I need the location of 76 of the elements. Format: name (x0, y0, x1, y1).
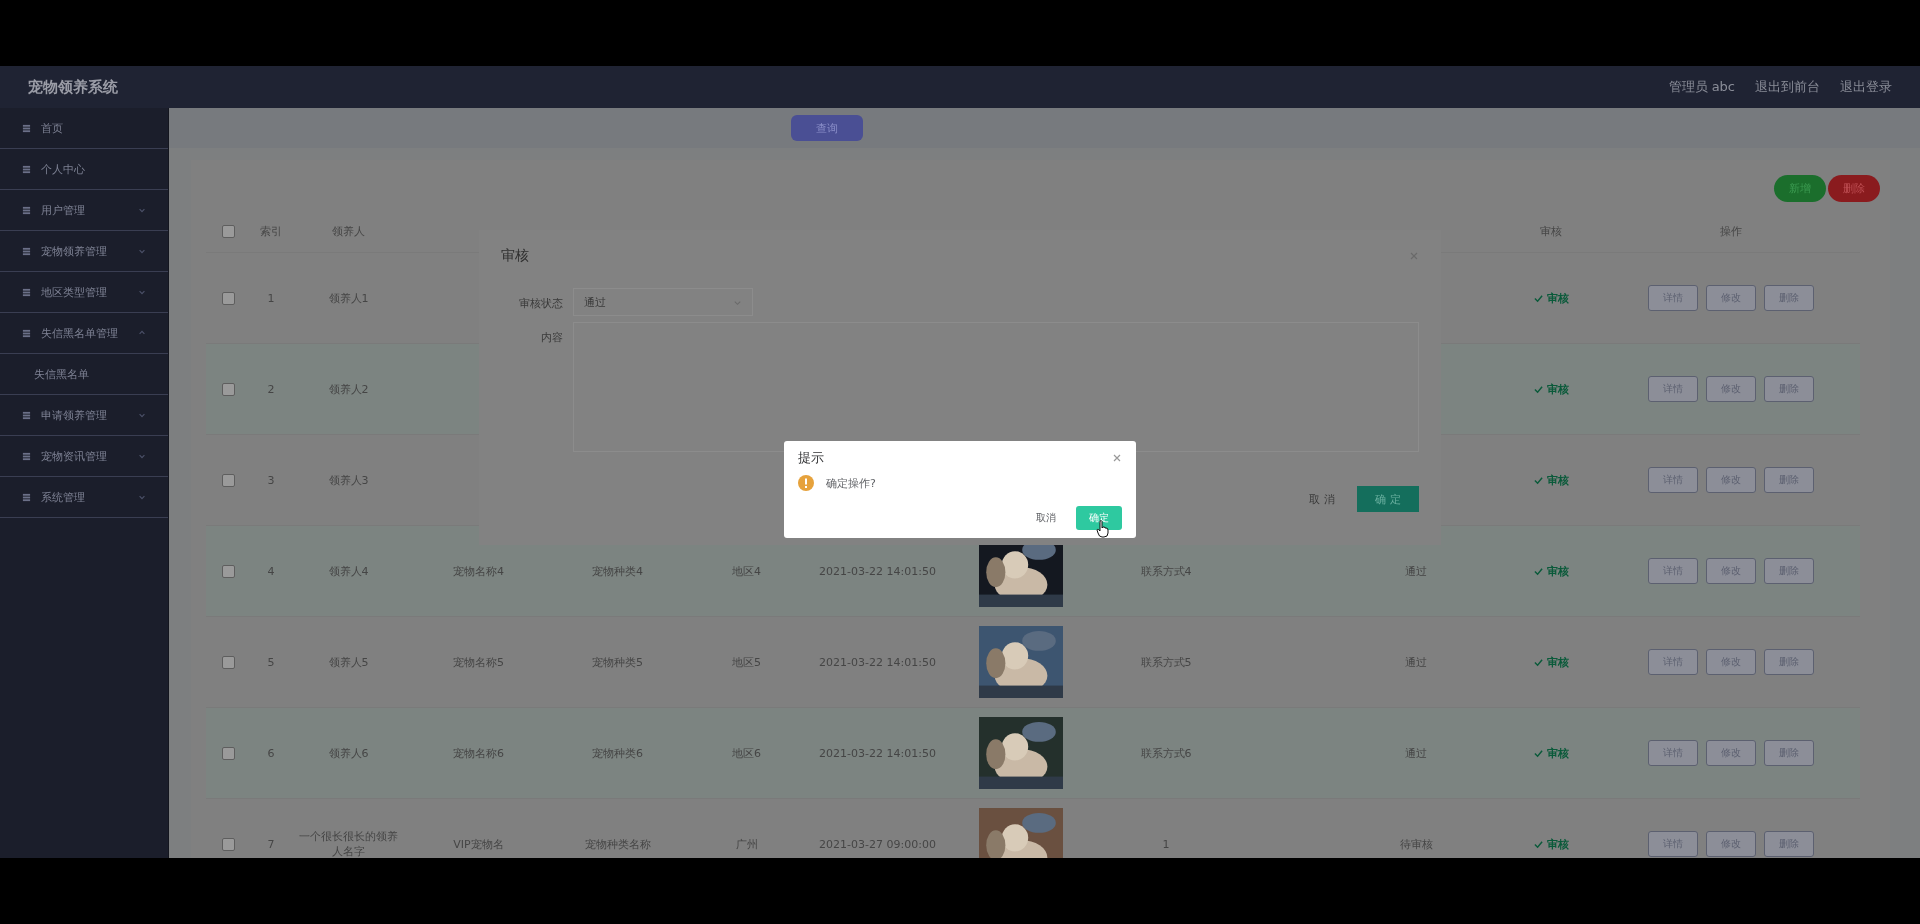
list-icon (22, 123, 31, 133)
table-cell: 5 (267, 655, 275, 669)
table-cell: 1 (267, 291, 275, 305)
checkbox[interactable] (222, 655, 235, 669)
table-cell: 领养人6 (328, 745, 369, 761)
list-icon (22, 410, 31, 420)
table-cell: 2021-03-27 09:00:00 (819, 837, 936, 851)
column-header: 审核 (1540, 223, 1562, 239)
list-icon (22, 287, 31, 297)
list-icon (22, 451, 31, 461)
sidebar-item[interactable]: 地区类型管理 (0, 272, 168, 313)
list-icon (22, 164, 31, 174)
sidebar-item[interactable]: 系统管理 (0, 477, 168, 518)
review-link[interactable]: 审核 (1533, 472, 1569, 488)
table-cell: 2021-03-22 14:01:50 (819, 746, 936, 760)
sidebar-item[interactable]: 宠物资讯管理 (0, 436, 168, 477)
check-icon (1533, 839, 1543, 849)
check-icon (1533, 748, 1543, 758)
system-title: 宠物领养系统 (28, 77, 118, 97)
checkbox[interactable] (222, 746, 235, 760)
confirm-button[interactable]: 确 定 (1357, 486, 1419, 512)
review-link[interactable]: 审核 (1533, 836, 1569, 852)
review-link[interactable]: 审核 (1533, 745, 1569, 761)
list-icon (22, 246, 31, 256)
cancel-button[interactable]: 取 消 (1297, 486, 1347, 512)
sidebar-item[interactable]: 个人中心 (0, 149, 168, 190)
user-name: 管理员 abc (1668, 78, 1735, 96)
dialog-title: 提示 (798, 449, 825, 467)
review-link[interactable]: 审核 (1533, 381, 1569, 397)
table-cell: 领养人4 (328, 563, 369, 579)
list-icon (22, 492, 31, 502)
warning-icon (798, 475, 814, 491)
review-link[interactable]: 审核 (1533, 563, 1569, 579)
check-icon (1533, 475, 1543, 485)
table-cell: 领养人2 (328, 381, 369, 397)
checkbox[interactable] (222, 224, 235, 238)
check-icon (1533, 384, 1543, 394)
check-icon (1533, 657, 1543, 667)
table-cell: 6 (267, 746, 275, 760)
review-link[interactable]: 审核 (1533, 654, 1569, 670)
table-cell: 2021-03-22 14:01:50 (819, 655, 936, 669)
sidebar-item[interactable]: 失信黑名单管理 (0, 313, 168, 354)
sidebar-subitem[interactable]: 失信黑名单 (0, 354, 168, 395)
checkbox[interactable] (222, 564, 235, 578)
checkbox[interactable] (222, 382, 235, 396)
close-icon[interactable] (1409, 251, 1419, 261)
check-icon (1533, 293, 1543, 303)
check-icon (1533, 566, 1543, 576)
sidebar-item[interactable]: 申请领养管理 (0, 395, 168, 436)
field-label: 审核状态 (518, 296, 563, 312)
table-cell: 宠物种类6 (592, 745, 643, 761)
sidebar-item[interactable]: 宠物领养管理 (0, 231, 168, 272)
table-cell: 2 (267, 382, 275, 396)
checkbox[interactable] (222, 837, 235, 851)
table-cell: 7 (267, 837, 275, 851)
table-cell: 3 (267, 473, 275, 487)
checkbox[interactable] (222, 291, 235, 305)
table-cell: 1 (1162, 837, 1170, 851)
field-label: 内容 (540, 330, 563, 346)
header-link[interactable]: 退出到前台 (1755, 78, 1820, 96)
close-icon[interactable] (1112, 453, 1122, 463)
checkbox[interactable] (222, 473, 235, 487)
table-cell: 4 (267, 564, 275, 578)
table-cell: 宠物名称4 (453, 563, 504, 579)
header-link[interactable]: 退出登录 (1840, 78, 1892, 96)
dialog-message: 确定操作? (826, 475, 876, 491)
review-link[interactable]: 审核 (1533, 290, 1569, 306)
list-icon (22, 205, 31, 215)
dialog-title: 审核 (501, 247, 530, 265)
table-cell: 2021-03-22 14:01:50 (819, 564, 936, 578)
list-icon (22, 328, 31, 338)
table-cell: 宠物种类4 (592, 563, 643, 579)
table-cell: 宠物名称6 (453, 745, 504, 761)
status-select[interactable]: 通过 (573, 288, 753, 316)
sidebar-item[interactable]: 用户管理 (0, 190, 168, 231)
sidebar-item[interactable]: 首页 (0, 108, 168, 149)
